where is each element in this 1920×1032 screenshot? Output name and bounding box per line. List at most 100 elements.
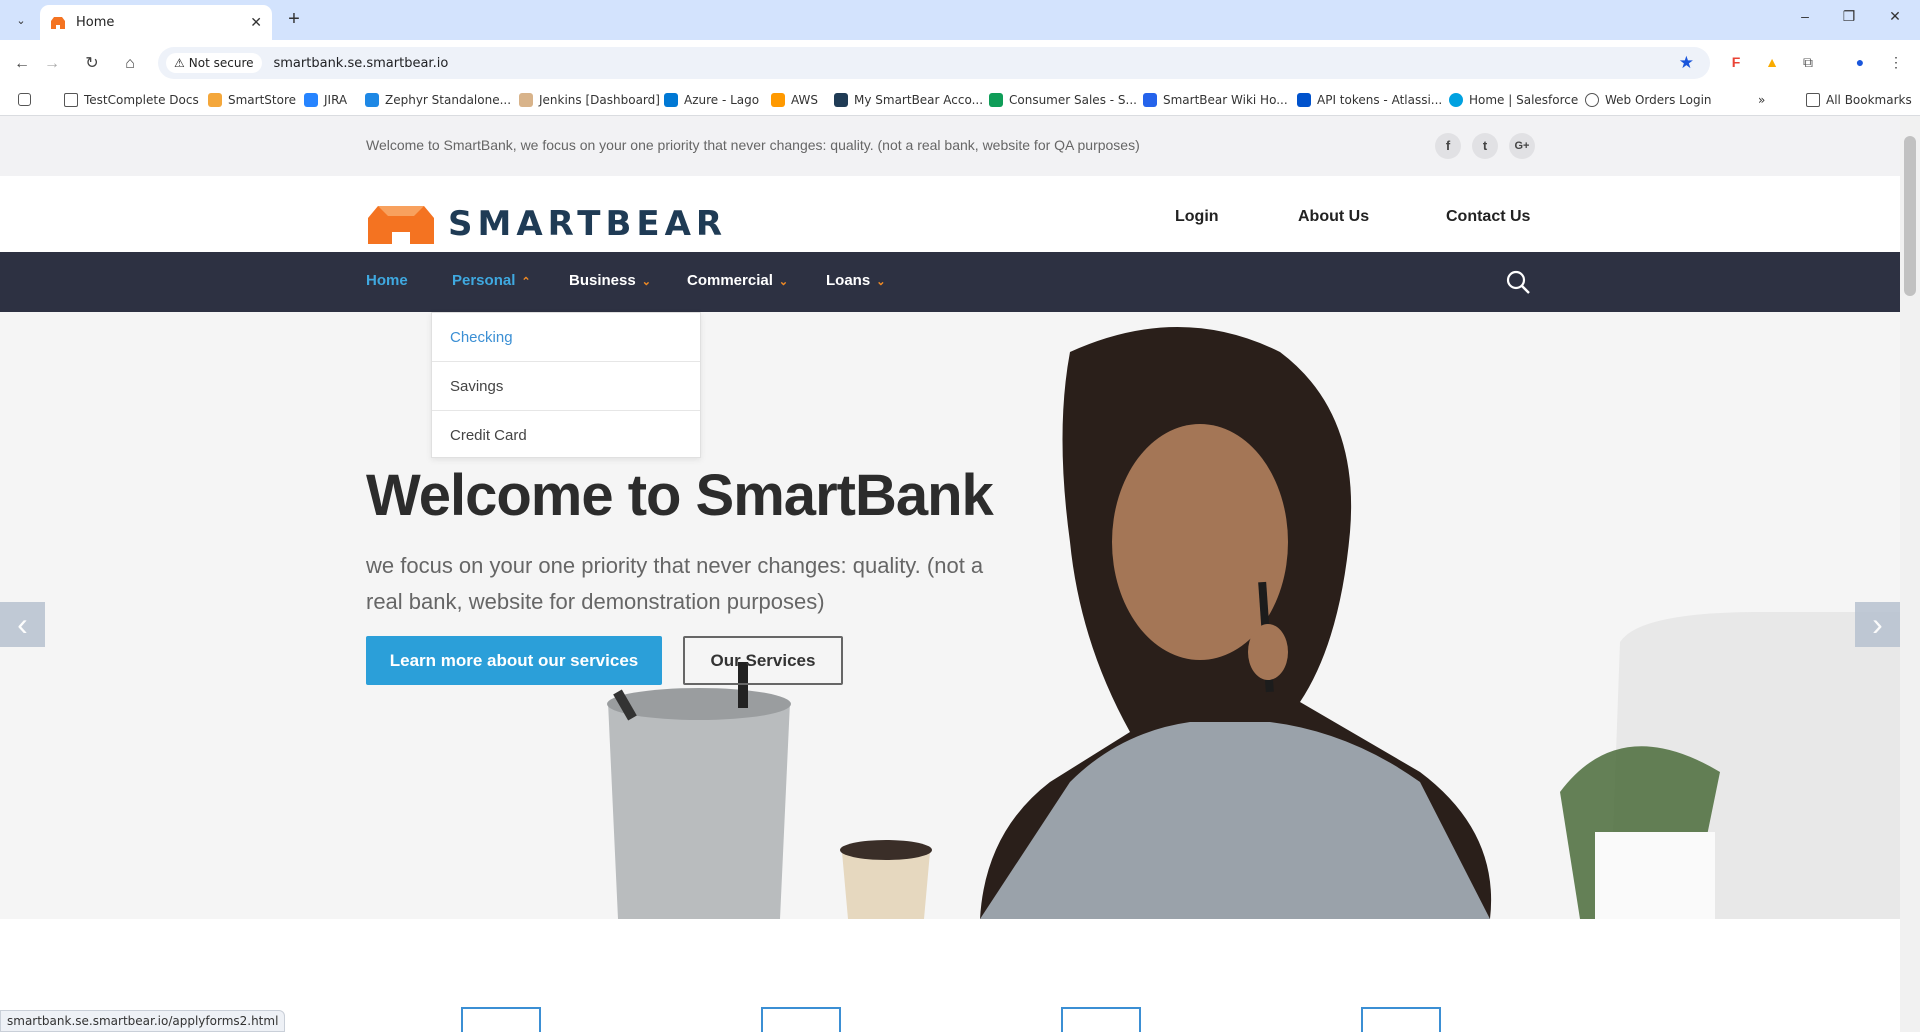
folder-icon: [1806, 93, 1820, 107]
facebook-icon[interactable]: f: [1435, 133, 1461, 159]
azure-icon: [664, 93, 678, 107]
bookmark-label: SmartStore: [228, 93, 297, 107]
back-icon[interactable]: ←: [10, 52, 34, 76]
smartbear-icon: [834, 93, 848, 107]
zephyr-icon: [365, 93, 379, 107]
bookmark-item[interactable]: Web Orders Login: [1585, 93, 1712, 107]
nav-commercial[interactable]: Commercial ⌄: [687, 272, 788, 289]
home-icon[interactable]: ⌂: [118, 52, 142, 76]
login-link[interactable]: Login: [1175, 208, 1219, 226]
tab-title: Home: [76, 15, 115, 30]
site-top-bar: Welcome to SmartBank, we focus on your o…: [0, 116, 1900, 176]
forward-icon[interactable]: →: [40, 52, 64, 76]
close-window-button[interactable]: ✕: [1880, 8, 1910, 32]
bookmark-item[interactable]: Azure - Lago: [664, 93, 759, 107]
nav-personal[interactable]: Personal ⌃: [452, 272, 531, 289]
bookmark-item[interactable]: My SmartBear Acco...: [834, 93, 983, 107]
chevron-down-icon: ⌄: [876, 276, 886, 288]
menu-item-checking[interactable]: Checking: [432, 313, 700, 362]
browser-tab-strip: ⌄ Home ✕ + – ❐ ✕: [0, 0, 1920, 40]
bookmark-item[interactable]: Consumer Sales - S...: [989, 93, 1137, 107]
address-bar[interactable]: ⚠ Not secure smartbank.se.smartbear.io ★: [158, 47, 1710, 79]
tab-close-icon[interactable]: ✕: [250, 15, 262, 31]
top-message: Welcome to SmartBank, we focus on your o…: [366, 137, 1140, 153]
nav-business[interactable]: Business ⌄: [569, 272, 651, 289]
bookmark-item[interactable]: Jenkins [Dashboard]: [519, 93, 660, 107]
hero-title: Welcome to SmartBank: [366, 463, 994, 528]
bookmark-item[interactable]: API tokens - Atlassi...: [1297, 93, 1442, 107]
profile-icon[interactable]: ●: [1850, 54, 1870, 74]
apps-icon[interactable]: ​: [18, 93, 37, 106]
contact-us-link[interactable]: Contact Us: [1446, 208, 1530, 226]
sheets-icon: [989, 93, 1003, 107]
chevron-up-icon: ⌃: [521, 276, 531, 288]
site-header: SMARTBEAR Login About Us Contact Us: [0, 176, 1900, 252]
browser-tab[interactable]: Home ✕: [40, 5, 272, 40]
reload-icon[interactable]: ↻: [80, 52, 104, 76]
web-page: Welcome to SmartBank, we focus on your o…: [0, 116, 1900, 1032]
feature-icon: [1061, 1007, 1141, 1032]
bookmark-label: AWS: [791, 93, 819, 107]
bookmark-label: TestComplete Docs: [84, 93, 199, 107]
bookmarks-bar: ​ TestComplete Docs SmartStore JIRA Zeph…: [0, 86, 1920, 116]
menu-icon[interactable]: ⋮: [1886, 54, 1906, 74]
bookmark-item[interactable]: SmartBear Wiki Ho...: [1143, 93, 1288, 107]
nav-label: Loans: [826, 272, 871, 289]
page-scrollbar[interactable]: [1900, 116, 1920, 1032]
bookmark-item[interactable]: TestComplete Docs: [64, 93, 199, 107]
jenkins-icon: [519, 93, 533, 107]
new-tab-button[interactable]: +: [282, 8, 306, 32]
scrollbar-thumb[interactable]: [1904, 136, 1916, 296]
feature-icon: [761, 1007, 841, 1032]
folder-icon: [64, 93, 78, 107]
bookmark-item[interactable]: AWS: [771, 93, 818, 107]
bookmark-label: SmartBear Wiki Ho...: [1163, 93, 1288, 107]
slider-prev-icon[interactable]: ‹: [0, 602, 45, 647]
salesforce-icon: [1449, 93, 1463, 107]
about-us-link[interactable]: About Us: [1298, 208, 1369, 226]
bookmark-item[interactable]: SmartStore: [208, 93, 296, 107]
nav-loans[interactable]: Loans ⌄: [826, 272, 885, 289]
bookmark-item[interactable]: JIRA: [304, 93, 347, 107]
slider-next-icon[interactable]: ›: [1855, 602, 1900, 647]
twitter-icon[interactable]: t: [1472, 133, 1498, 159]
learn-more-button[interactable]: Learn more about our services: [366, 636, 662, 685]
bookmark-label: Consumer Sales - S...: [1009, 93, 1137, 107]
warning-icon: ⚠: [174, 56, 185, 70]
bookmark-label: My SmartBear Acco...: [854, 93, 984, 107]
bookmark-star-icon[interactable]: ★: [1679, 53, 1694, 73]
url-text: smartbank.se.smartbear.io: [273, 55, 449, 71]
bookmark-item[interactable]: Zephyr Standalone...: [365, 93, 511, 107]
status-url: smartbank.se.smartbear.io/applyforms2.ht…: [0, 1010, 286, 1032]
bookmark-label: API tokens - Atlassi...: [1317, 93, 1443, 107]
atlassian-icon: [1297, 93, 1311, 107]
menu-item-credit-card[interactable]: Credit Card: [432, 411, 700, 460]
hero-slider: Welcome to SmartBank we focus on your on…: [0, 312, 1900, 919]
tab-search-icon[interactable]: ⌄: [10, 9, 32, 31]
google-plus-icon[interactable]: G+: [1509, 133, 1535, 159]
bookmark-label: Jenkins [Dashboard]: [539, 93, 660, 107]
menu-item-savings[interactable]: Savings: [432, 362, 700, 411]
site-logo[interactable]: SMARTBEAR: [366, 204, 727, 244]
more-bookmarks-button[interactable]: »: [1758, 93, 1765, 107]
bookmark-label: Azure - Lago: [684, 93, 760, 107]
nav-label: Home: [366, 272, 408, 289]
security-chip[interactable]: ⚠ Not secure: [166, 53, 262, 73]
smartbear-favicon-icon: [51, 16, 65, 29]
figma-extension-icon[interactable]: F: [1726, 54, 1746, 74]
bookmark-item[interactable]: Home | Salesforce: [1449, 93, 1578, 107]
feature-icon: [461, 1007, 541, 1032]
all-bookmarks-button[interactable]: All Bookmarks: [1806, 93, 1912, 107]
minimize-button[interactable]: –: [1790, 8, 1820, 32]
restore-button[interactable]: ❐: [1834, 8, 1864, 32]
smartbear-logo-icon: [368, 206, 434, 244]
search-icon[interactable]: [1505, 269, 1531, 295]
nav-home[interactable]: Home: [366, 272, 408, 289]
drive-extension-icon[interactable]: ▲: [1762, 54, 1782, 74]
personal-dropdown-menu: Checking Savings Credit Card: [431, 312, 701, 458]
extensions-icon[interactable]: ⧉: [1798, 54, 1818, 74]
bookmark-label: Web Orders Login: [1605, 93, 1712, 107]
bookmark-label: Zephyr Standalone...: [385, 93, 512, 107]
not-secure-label: Not secure: [188, 56, 254, 70]
our-services-button[interactable]: Our Services: [683, 636, 843, 685]
